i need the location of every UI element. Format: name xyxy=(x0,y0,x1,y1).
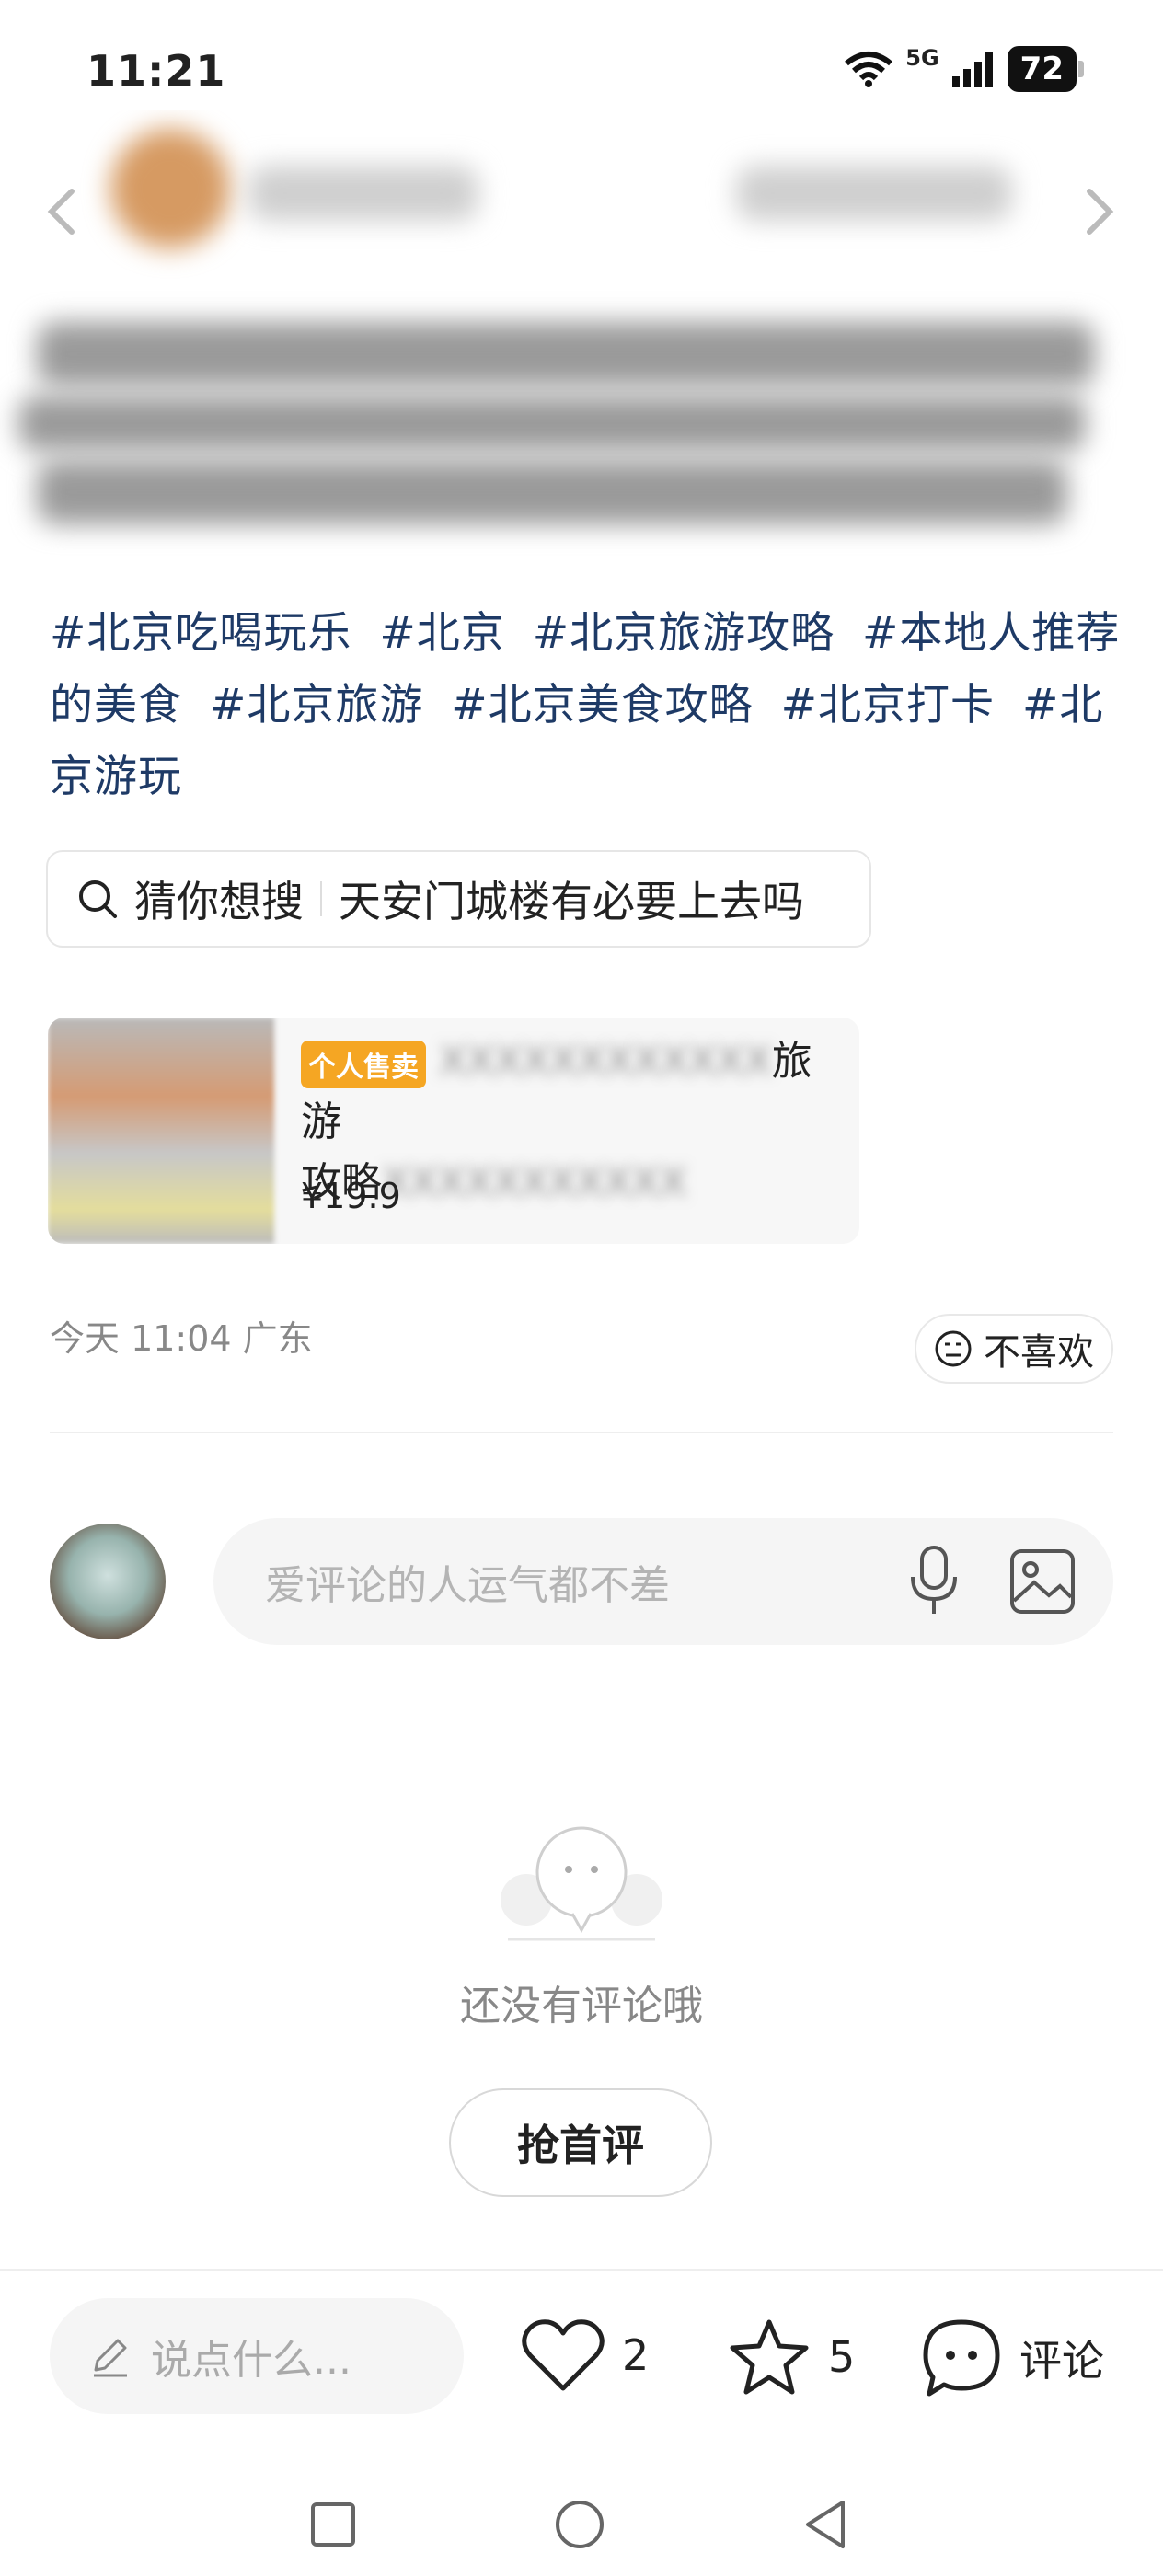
share-icon[interactable] xyxy=(1071,184,1126,239)
back-icon[interactable] xyxy=(799,2497,854,2552)
neutral-face-icon xyxy=(935,1330,972,1367)
product-card[interactable]: XXXXXXXXXXXX旅游 攻略XXXXXXXXXXX 个人售卖 ¥19.9 xyxy=(48,1018,859,1244)
system-nav-bar xyxy=(0,2466,1163,2576)
favorite-button[interactable]: 5 xyxy=(727,2317,855,2398)
hashtag-link[interactable]: #北京旅游 xyxy=(210,680,423,730)
star-icon xyxy=(730,2319,809,2395)
product-thumbnail xyxy=(48,1018,274,1244)
empty-comments-text: 还没有评论哦 xyxy=(460,1983,703,2030)
say-something-input[interactable]: 说点什么... xyxy=(50,2298,464,2414)
status-time: 11:21 xyxy=(86,46,226,96)
favorite-count: 5 xyxy=(828,2332,856,2382)
status-icons: 5G 72 xyxy=(843,45,1085,92)
comment-label: 评论 xyxy=(1019,2336,1104,2386)
header-nav xyxy=(0,110,1163,235)
speech-bubble-icon xyxy=(923,2319,1000,2397)
hashtag-link[interactable]: #北京吃喝玩乐 xyxy=(50,608,351,659)
back-arrow-icon[interactable] xyxy=(37,184,92,239)
comment-input[interactable]: 爱评论的人运气都不差 xyxy=(213,1518,1113,1645)
hashtag-link[interactable]: #北京打卡 xyxy=(781,680,995,730)
image-icon[interactable] xyxy=(1008,1547,1077,1616)
search-suggestion-label: 猜你想搜 xyxy=(134,877,304,926)
say-something-placeholder: 说点什么... xyxy=(151,2337,351,2384)
battery-indicator: 72 xyxy=(1007,46,1085,92)
dislike-label: 不喜欢 xyxy=(984,1331,1094,1374)
divider xyxy=(50,1432,1113,1433)
user-avatar[interactable] xyxy=(50,1524,166,1639)
divider xyxy=(0,2269,1163,2271)
pen-icon xyxy=(94,2339,127,2377)
post-meta: 今天 11:04 广东 xyxy=(50,1318,313,1359)
dislike-button[interactable]: 不喜欢 xyxy=(915,1314,1113,1384)
wifi-icon xyxy=(843,51,894,87)
hashtag-link[interactable]: #北京美食攻略 xyxy=(451,680,753,730)
signal-icon xyxy=(950,51,996,87)
empty-comments-illustration xyxy=(501,1826,662,1941)
like-count: 2 xyxy=(622,2330,650,2380)
hashtag-list: #北京吃喝玩乐 #北京 #北京旅游攻略 #本地人推荐的美食 #北京旅游 #北京美… xyxy=(50,598,1126,813)
like-button[interactable]: 2 xyxy=(521,2317,649,2394)
comment-button[interactable]: 评论 xyxy=(920,2317,1104,2399)
hashtag-link[interactable]: #北京 xyxy=(379,608,504,659)
search-icon xyxy=(79,880,117,918)
search-suggestion[interactable]: 猜你想搜 天安门城楼有必要上去吗 xyxy=(46,850,871,948)
mic-icon[interactable] xyxy=(902,1544,966,1617)
separator xyxy=(320,881,322,916)
search-suggestion-query: 天安门城楼有必要上去吗 xyxy=(339,877,804,926)
recent-apps-icon[interactable] xyxy=(305,2497,361,2552)
first-comment-button[interactable]: 抢首评 xyxy=(449,2088,712,2197)
network-label: 5G xyxy=(905,45,939,71)
heart-icon xyxy=(522,2319,605,2391)
product-price: ¥19.9 xyxy=(301,1176,401,1216)
comment-placeholder: 爱评论的人运气都不差 xyxy=(265,1562,670,1609)
home-icon[interactable] xyxy=(552,2497,607,2552)
hashtag-link[interactable]: #北京旅游攻略 xyxy=(533,608,835,659)
product-badge: 个人售卖 xyxy=(301,1041,426,1088)
